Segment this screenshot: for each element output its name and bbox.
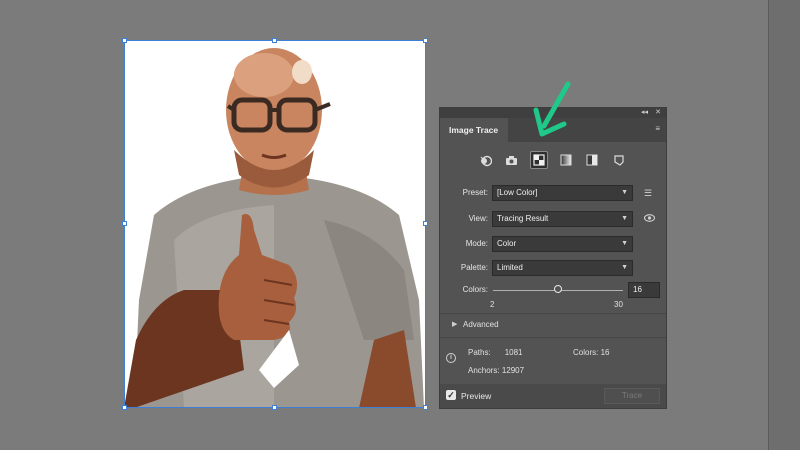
view-value: Tracing Result xyxy=(497,214,549,223)
advanced-label[interactable]: Advanced xyxy=(463,317,499,333)
colors-min-label: 2 xyxy=(490,300,495,309)
resize-handle-ml[interactable] xyxy=(122,221,127,226)
advanced-row[interactable]: ▶ Advanced xyxy=(440,317,666,333)
view-row: View: Tracing Result ▼ xyxy=(440,211,666,227)
outline-preset-button[interactable] xyxy=(610,151,628,169)
palette-row: Palette: Limited ▼ xyxy=(440,260,666,276)
mode-dropdown[interactable]: Color ▼ xyxy=(492,236,633,252)
divider xyxy=(440,337,666,338)
preset-dropdown[interactable]: [Low Color] ▼ xyxy=(492,185,633,201)
preview-checkbox[interactable]: ✓ xyxy=(446,390,456,400)
resize-handle-mr[interactable] xyxy=(423,221,428,226)
resize-handle-br[interactable] xyxy=(423,405,428,410)
resize-handle-tc[interactable] xyxy=(272,38,277,43)
eye-icon[interactable] xyxy=(643,211,656,227)
mode-row: Mode: Color ▼ xyxy=(440,236,666,252)
grayscale-icon xyxy=(560,154,572,166)
disclosure-triangle-icon[interactable]: ▶ xyxy=(452,317,457,333)
eye-icon-shape xyxy=(643,214,656,222)
palette-value: Limited xyxy=(497,263,523,272)
colors-max-label: 30 xyxy=(614,300,623,309)
resize-handle-bc[interactable] xyxy=(272,405,277,410)
arrow-annotation-icon xyxy=(533,81,571,137)
grayscale-preset-button[interactable] xyxy=(557,151,575,169)
chevron-down-icon: ▼ xyxy=(621,264,628,271)
preset-list-icon[interactable]: ☰ xyxy=(644,185,652,201)
workspace-right-strip xyxy=(768,0,800,450)
resize-handle-bl[interactable] xyxy=(122,405,127,410)
colors-number-input[interactable]: 16 xyxy=(628,282,660,298)
colors-row: Colors: 16 xyxy=(440,282,666,298)
colors-slider-thumb[interactable] xyxy=(554,285,562,293)
chevron-down-icon: ▼ xyxy=(621,240,628,247)
panel-menu-icon[interactable]: ≡ xyxy=(655,124,660,133)
close-panel-button[interactable]: ✕ xyxy=(655,108,661,118)
high-color-preset-button[interactable] xyxy=(502,151,520,169)
preset-label: Preset: xyxy=(462,188,488,197)
mode-label: Mode: xyxy=(465,239,488,248)
chevron-down-icon: ▼ xyxy=(621,189,628,196)
paths-stat: Paths: 1081 xyxy=(468,348,522,357)
colors-stat: Colors: 16 xyxy=(573,348,609,357)
traced-image[interactable] xyxy=(124,40,426,408)
black-white-preset-button[interactable] xyxy=(583,151,601,169)
palette-dropdown[interactable]: Limited ▼ xyxy=(492,260,633,276)
palette-label: Palette: xyxy=(460,263,488,272)
colors-stat-value: 16 xyxy=(600,348,610,357)
preset-row: Preset: [Low Color] ▼ ☰ xyxy=(440,185,666,201)
artboard[interactable] xyxy=(124,40,426,408)
paths-label: Paths: xyxy=(468,348,491,357)
anchors-label: Anchors: xyxy=(468,366,500,375)
black-white-icon xyxy=(586,154,598,166)
mode-value: Color xyxy=(497,239,517,248)
auto-color-icon xyxy=(480,155,492,166)
anchors-stat: Anchors: 12907 xyxy=(468,366,524,375)
auto-color-preset-button[interactable] xyxy=(476,151,494,169)
tab-image-trace[interactable]: Image Trace xyxy=(440,118,508,142)
collapse-panel-button[interactable]: ◂◂ xyxy=(641,108,648,118)
image-trace-panel: ◂◂ ✕ Image Trace ≡ Preset: [Low Color] ▼… xyxy=(439,107,667,409)
colors-stat-label: Colors: xyxy=(573,348,599,357)
low-color-icon xyxy=(533,154,545,166)
low-color-preset-button[interactable] xyxy=(530,151,548,169)
outline-icon xyxy=(614,155,624,166)
preview-label[interactable]: Preview xyxy=(461,384,491,408)
paths-value: 1081 xyxy=(504,348,523,357)
colors-slider-label: Colors: xyxy=(462,285,488,294)
resize-handle-tl[interactable] xyxy=(122,38,127,43)
info-icon: i xyxy=(446,353,456,363)
divider xyxy=(440,313,666,314)
preset-value: [Low Color] xyxy=(497,188,538,197)
camera-icon xyxy=(505,155,517,165)
panel-footer: ✓ Preview Trace xyxy=(440,384,666,408)
trace-button[interactable]: Trace xyxy=(604,388,660,404)
view-label: View: xyxy=(468,214,488,223)
view-dropdown[interactable]: Tracing Result ▼ xyxy=(492,211,633,227)
chevron-down-icon: ▼ xyxy=(621,215,628,222)
resize-handle-tr[interactable] xyxy=(423,38,428,43)
anchors-value: 12907 xyxy=(501,366,525,375)
